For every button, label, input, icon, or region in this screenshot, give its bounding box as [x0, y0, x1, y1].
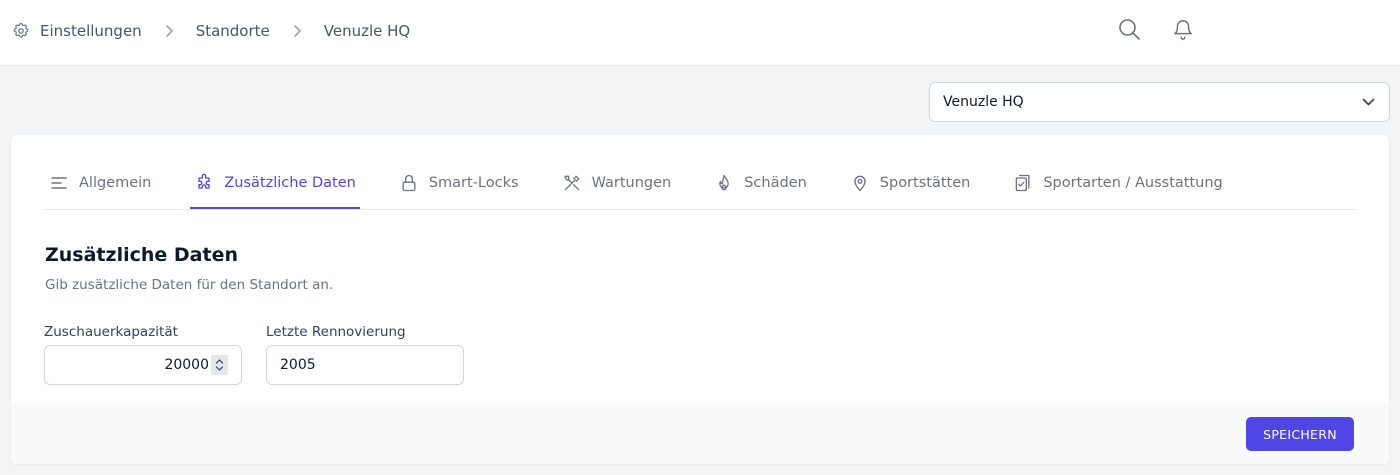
bell-icon[interactable]	[1171, 16, 1195, 42]
tab-damages[interactable]: Schäden	[710, 159, 811, 209]
chevron-down-icon	[1362, 98, 1375, 106]
location-pin-icon	[850, 173, 880, 193]
tab-label: Schäden	[744, 175, 807, 191]
renovation-label: Letzte Rennovierung	[266, 324, 406, 340]
tab-sport-facilities[interactable]: Sportstätten	[846, 159, 975, 209]
tab-general[interactable]: Allgemein	[45, 159, 155, 209]
search-icon[interactable]	[1117, 16, 1141, 42]
renovation-value: 2005	[280, 357, 316, 373]
tab-additional-data[interactable]: Zusätzliche Daten	[190, 159, 360, 209]
tools-icon	[562, 173, 592, 193]
clipboard-check-icon	[1013, 173, 1043, 193]
card-footer: SPEICHERN	[11, 403, 1389, 464]
tab-label: Allgemein	[79, 175, 152, 191]
top-bar: Einstellungen Standorte Venuzle HQ	[0, 0, 1400, 66]
section-title: Zusätzliche Daten	[45, 244, 238, 266]
fire-icon	[714, 173, 744, 193]
number-stepper[interactable]	[211, 355, 228, 375]
tab-maintenance[interactable]: Wartungen	[558, 159, 676, 209]
tab-label: Smart-Locks	[428, 175, 519, 191]
renovation-field-group: Letzte Rennovierung 2005	[266, 324, 464, 385]
tab-label: Zusätzliche Daten	[224, 175, 356, 191]
tab-bar: Allgemein Zusätzliche Daten Smart-Locks …	[45, 159, 1355, 210]
tab-label: Wartungen	[591, 175, 672, 191]
chevron-right-icon	[164, 24, 174, 38]
breadcrumb-item-current[interactable]: Venuzle HQ	[324, 22, 410, 40]
gear-icon	[12, 22, 30, 40]
capacity-field-group: Zuschauerkapazität 20000	[44, 324, 242, 385]
capacity-input[interactable]: 20000	[44, 345, 242, 385]
capacity-value: 20000	[164, 357, 209, 373]
breadcrumb-label: Einstellungen	[40, 22, 142, 40]
breadcrumb-item-settings[interactable]: Einstellungen	[12, 22, 142, 40]
header-actions	[1117, 16, 1195, 42]
capacity-label: Zuschauerkapazität	[44, 324, 178, 340]
settings-card: Allgemein Zusätzliche Daten Smart-Locks …	[11, 135, 1389, 464]
breadcrumb-label: Standorte	[195, 22, 270, 40]
location-select-value: Venuzle HQ	[943, 94, 1024, 110]
save-button[interactable]: SPEICHERN	[1246, 417, 1354, 451]
tab-label: Sportstätten	[879, 175, 971, 191]
tab-label: Sportarten / Ausstattung	[1043, 175, 1223, 191]
puzzle-icon	[194, 173, 224, 193]
breadcrumb-item-locations[interactable]: Standorte	[196, 22, 270, 40]
chevron-right-icon	[292, 24, 302, 38]
section-description: Gib zusätzliche Daten für den Standort a…	[45, 277, 334, 293]
breadcrumb: Einstellungen Standorte Venuzle HQ	[12, 20, 410, 42]
location-select[interactable]: Venuzle HQ	[929, 82, 1390, 122]
tab-smart-locks[interactable]: Smart-Locks	[395, 159, 523, 209]
menu-lines-icon	[49, 173, 79, 193]
lock-icon	[399, 173, 429, 193]
renovation-input[interactable]: 2005	[266, 345, 464, 385]
tab-sports-equipment[interactable]: Sportarten / Ausstattung	[1009, 159, 1226, 209]
breadcrumb-label: Venuzle HQ	[323, 22, 411, 40]
